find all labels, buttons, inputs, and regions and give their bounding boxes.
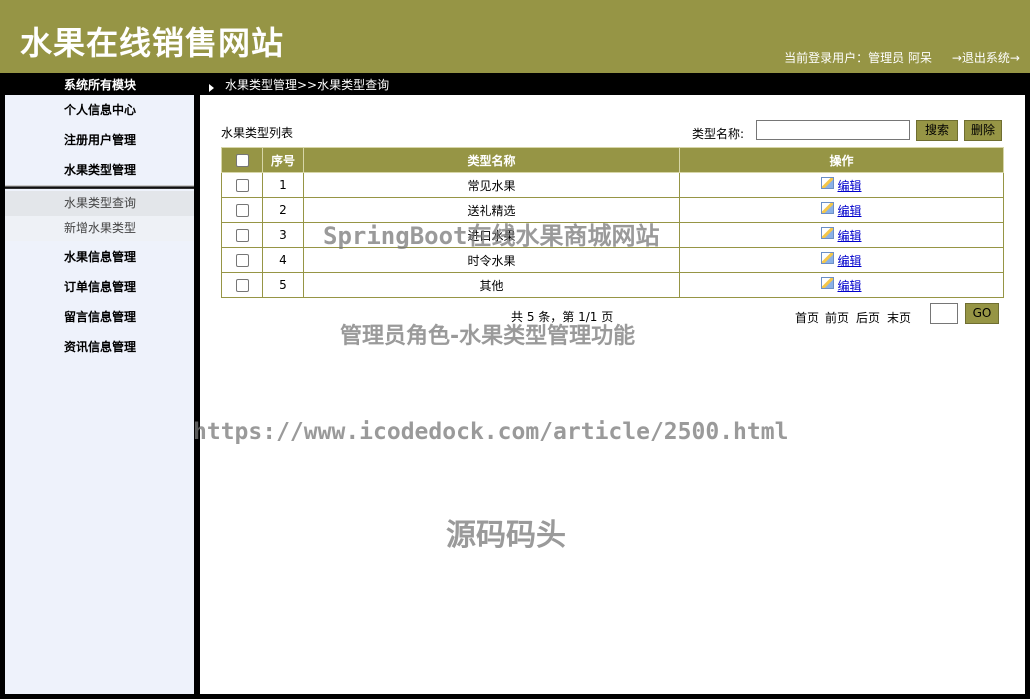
table-row: 5 其他 编辑 <box>221 272 1004 298</box>
module-title: 系统所有模块 <box>63 78 136 92</box>
row-action-cell: 编辑 <box>679 247 1004 273</box>
row-checkbox[interactable] <box>235 204 249 217</box>
row-no: 3 <box>262 222 304 248</box>
edit-icon[interactable] <box>821 252 835 264</box>
row-no: 4 <box>262 247 304 273</box>
row-type-name: 其他 <box>303 272 680 298</box>
breadcrumb: 水果类型管理>>水果类型查询 <box>225 78 390 92</box>
row-select-cell <box>221 272 263 298</box>
edit-link[interactable]: 编辑 <box>837 179 861 193</box>
edit-link[interactable]: 编辑 <box>837 254 861 268</box>
breadcrumb-arrow-icon <box>209 84 214 92</box>
row-action-cell: 编辑 <box>679 272 1004 298</box>
row-checkbox[interactable] <box>235 229 249 242</box>
row-select-cell <box>221 197 263 223</box>
row-checkbox[interactable] <box>235 254 249 267</box>
sidebar: 个人信息中心 注册用户管理 水果类型管理 水果类型查询 新增水果类型 水果信息管… <box>5 95 194 694</box>
current-user-info: 当前登录用户：管理员 阿呆 <box>784 51 932 65</box>
watermark-url: https://www.icodedock.com/article/2500.h… <box>193 419 789 445</box>
sidebar-item-message-management[interactable]: 留言信息管理 <box>5 302 194 332</box>
list-title: 水果类型列表 <box>221 126 294 140</box>
page-number-input[interactable] <box>930 303 958 324</box>
row-action-cell: 编辑 <box>679 222 1004 248</box>
row-type-name: 时令水果 <box>303 247 680 273</box>
column-header-no: 序号 <box>262 147 304 173</box>
watermark-brand: 源码码头 <box>446 518 566 553</box>
select-all-checkbox[interactable] <box>235 154 249 167</box>
edit-icon[interactable] <box>821 177 835 189</box>
row-action-cell: 编辑 <box>679 197 1004 223</box>
edit-link[interactable]: 编辑 <box>837 229 861 243</box>
edit-link[interactable]: 编辑 <box>837 204 861 218</box>
table-row: 4 时令水果 编辑 <box>221 247 1004 273</box>
sidebar-item-user-management[interactable]: 注册用户管理 <box>5 125 194 155</box>
row-type-name: 常见水果 <box>303 172 680 198</box>
header: 水果在线销售网站 当前登录用户：管理员 阿呆 →退出系统→ <box>0 0 1030 73</box>
edit-icon[interactable] <box>821 227 835 239</box>
top-bar: 系统所有模块 水果类型管理>>水果类型查询 <box>0 73 1030 95</box>
row-select-cell <box>221 247 263 273</box>
sidebar-item-news-management[interactable]: 资讯信息管理 <box>5 332 194 362</box>
sidebar-subitem-add-fruit-type[interactable]: 新增水果类型 <box>5 216 194 241</box>
row-select-cell <box>221 222 263 248</box>
edit-icon[interactable] <box>821 277 835 289</box>
row-checkbox[interactable] <box>235 279 249 292</box>
sidebar-subitem-fruit-type-query[interactable]: 水果类型查询 <box>5 191 194 216</box>
column-header-type-name: 类型名称 <box>303 147 680 173</box>
row-no: 5 <box>262 272 304 298</box>
watermark-site-name: SpringBoot在线水果商城网站 <box>323 222 660 250</box>
logout-link[interactable]: →退出系统→ <box>952 49 1020 66</box>
pager-prev[interactable]: 前页 <box>825 309 849 326</box>
column-header-action: 操作 <box>679 147 1004 173</box>
select-all-header <box>221 147 263 173</box>
sidebar-item-personal-info[interactable]: 个人信息中心 <box>5 95 194 125</box>
edit-link[interactable]: 编辑 <box>837 279 861 293</box>
table-row: 1 常见水果 编辑 <box>221 172 1004 198</box>
go-button[interactable]: GO <box>965 303 999 324</box>
table-header-row: 序号 类型名称 操作 <box>221 147 1004 173</box>
main-content: 水果类型列表 类型名称: 搜索 删除 序号 类型名称 操作 1 常见水果 编辑 … <box>200 95 1025 694</box>
pager-first[interactable]: 首页 <box>795 309 819 326</box>
search-button[interactable]: 搜索 <box>916 120 958 141</box>
row-no: 2 <box>262 197 304 223</box>
delete-button[interactable]: 删除 <box>964 120 1002 141</box>
row-checkbox[interactable] <box>235 179 249 192</box>
pager-next[interactable]: 后页 <box>856 309 880 326</box>
site-title: 水果在线销售网站 <box>20 24 285 62</box>
edit-icon[interactable] <box>821 202 835 214</box>
sidebar-item-fruit-info-management[interactable]: 水果信息管理 <box>5 242 194 272</box>
pager-last[interactable]: 末页 <box>887 309 911 326</box>
row-action-cell: 编辑 <box>679 172 1004 198</box>
type-name-search-input[interactable] <box>756 120 910 140</box>
sidebar-item-order-management[interactable]: 订单信息管理 <box>5 272 194 302</box>
row-select-cell <box>221 172 263 198</box>
search-label: 类型名称: <box>692 127 745 141</box>
sidebar-item-fruit-type-management[interactable]: 水果类型管理 <box>5 155 194 185</box>
row-no: 1 <box>262 172 304 198</box>
watermark-feature: 管理员角色-水果类型管理功能 <box>340 324 636 349</box>
menu-divider <box>5 185 194 189</box>
